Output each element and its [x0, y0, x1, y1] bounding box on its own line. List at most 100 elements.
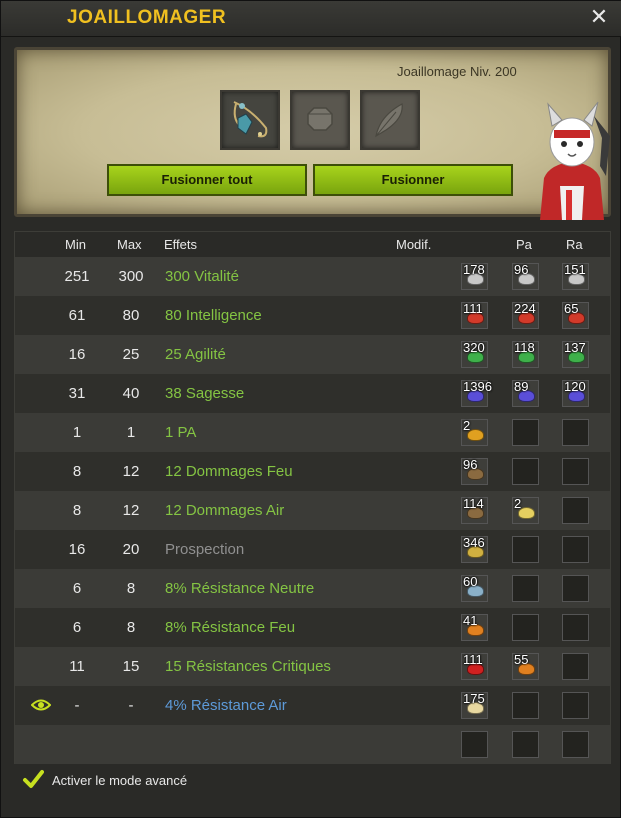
table-row[interactable]: 251 300 300 Vitalité 178 96 151 — [15, 257, 610, 296]
rune-slot-base[interactable]: 2 — [461, 418, 488, 446]
rune-slot-pa[interactable]: 2 — [512, 496, 539, 524]
rune-slot-ra[interactable] — [562, 536, 589, 563]
rune-slot-pa[interactable]: 224 — [512, 301, 539, 329]
table-row[interactable]: 16 20 Prospection 346 — [15, 530, 610, 569]
window-title: JOAILLOMAGER — [67, 7, 227, 28]
item-slot[interactable] — [220, 90, 280, 150]
effect-label: 8% Résistance Feu — [165, 619, 296, 636]
rune-slot-base[interactable]: 111 — [461, 301, 488, 329]
rune-count: 114 — [463, 496, 484, 511]
header-modif: Modif. — [396, 237, 432, 252]
rune-slot-base[interactable]: 41 — [461, 613, 488, 641]
rune-placeholder-icon — [307, 107, 333, 131]
rune-slot-pa[interactable] — [512, 731, 539, 758]
rune-slot-ra[interactable] — [562, 575, 589, 602]
rune-slot-pa[interactable]: 96 — [512, 262, 539, 290]
min-value: 11 — [69, 658, 85, 675]
rune-slot-pa[interactable] — [512, 692, 539, 719]
rune-slot-ra[interactable] — [562, 653, 589, 680]
rune-slot-base[interactable]: 1396 — [461, 379, 492, 407]
close-icon[interactable]: ✕ — [588, 6, 610, 28]
effect-label: 80 Intelligence — [165, 307, 262, 324]
rune-count: 137 — [564, 340, 586, 355]
rune-slot-base[interactable]: 114 — [461, 496, 488, 524]
rune-slot-pa[interactable]: 55 — [512, 652, 539, 680]
table-row[interactable]: 16 25 25 Agilité 320 118 137 — [15, 335, 610, 374]
rune-slot-base[interactable]: 60 — [461, 574, 488, 602]
rune-slot-ra[interactable]: 65 — [562, 301, 589, 329]
table-row[interactable]: 8 12 12 Dommages Feu 96 — [15, 452, 610, 491]
fuse-button[interactable]: Fusionner — [313, 164, 513, 196]
advanced-mode-checkbox[interactable] — [22, 769, 44, 791]
amulet-icon — [233, 101, 268, 138]
rune-count: 120 — [564, 379, 586, 394]
rune-slot-ra[interactable] — [562, 692, 589, 719]
rune-slot-ra[interactable] — [562, 419, 589, 446]
max-value: 25 — [122, 346, 140, 363]
rune-count: 111 — [463, 301, 483, 316]
effect-label: 8% Résistance Neutre — [165, 580, 315, 597]
rune-count: 2 — [514, 496, 522, 511]
min-value: 6 — [72, 580, 82, 597]
table-row[interactable]: - - 4% Résistance Air 175 — [15, 686, 610, 725]
fuse-all-button[interactable]: Fusionner tout — [107, 164, 307, 196]
rune-slot-pa[interactable] — [512, 614, 539, 641]
table-row[interactable]: 8 12 12 Dommages Air 114 2 — [15, 491, 610, 530]
effect-label: Prospection — [165, 541, 245, 558]
rune-slot-pa[interactable]: 89 — [512, 379, 539, 407]
rune-slot-pa[interactable] — [512, 575, 539, 602]
min-value: - — [74, 697, 80, 714]
advanced-mode-label: Activer le mode avancé — [52, 773, 188, 788]
rune-count: 2 — [463, 418, 471, 433]
max-value: 1 — [126, 424, 136, 441]
rune-count: 118 — [514, 340, 535, 355]
rune-slot-pa[interactable] — [512, 419, 539, 446]
min-value: 251 — [64, 268, 90, 285]
rune-slot-ra[interactable]: 151 — [562, 262, 589, 290]
rune-slot-base[interactable]: 175 — [461, 691, 488, 719]
table-row[interactable]: 61 80 80 Intelligence 111 224 65 — [15, 296, 610, 335]
max-value: 15 — [122, 658, 140, 675]
potion-slot[interactable] — [360, 90, 420, 150]
rune-slot-pa[interactable]: 118 — [512, 340, 539, 368]
rune-slot[interactable] — [290, 90, 350, 150]
rune-slot-base[interactable]: 96 — [461, 457, 488, 485]
header-pa: Pa — [516, 237, 532, 252]
effect-label: 25 Agilité — [165, 346, 226, 363]
rune-slot-ra[interactable] — [562, 497, 589, 524]
rune-count: 346 — [463, 535, 485, 550]
rune-slot-base[interactable] — [461, 731, 488, 758]
rune-count: 224 — [514, 301, 536, 316]
rune-count: 151 — [564, 262, 586, 277]
effect-label: 38 Sagesse — [165, 385, 245, 402]
table-row[interactable]: 1 1 1 PA 2 — [15, 413, 610, 452]
footer: Activer le mode avancé — [14, 766, 611, 796]
rune-slot-base[interactable]: 178 — [461, 262, 488, 290]
effect-label: 300 Vitalité — [165, 268, 239, 285]
rune-slot-ra[interactable] — [562, 458, 589, 485]
eye-icon[interactable] — [31, 698, 51, 712]
effect-label: 1 PA — [165, 424, 197, 441]
rune-slot-pa[interactable] — [512, 536, 539, 563]
table-row[interactable]: 6 8 8% Résistance Feu 41 — [15, 608, 610, 647]
max-value: 40 — [122, 385, 140, 402]
rune-slot-base[interactable]: 346 — [461, 535, 488, 563]
table-row[interactable]: 6 8 8% Résistance Neutre 60 — [15, 569, 610, 608]
rune-slot-ra[interactable] — [562, 614, 589, 641]
rune-slot-ra[interactable]: 137 — [562, 340, 589, 368]
min-value: 8 — [72, 502, 82, 519]
rune-count: 320 — [463, 340, 485, 355]
table-row[interactable]: 31 40 38 Sagesse 1396 89 120 — [15, 374, 610, 413]
title-bar[interactable]: JOAILLOMAGER ✕ — [1, 1, 621, 37]
rune-slot-pa[interactable] — [512, 458, 539, 485]
rune-count: 60 — [463, 574, 478, 589]
min-value: 16 — [68, 346, 86, 363]
rune-slot-ra[interactable] — [562, 731, 589, 758]
table-header: Min Max Effets Modif. Pa Ra — [15, 232, 610, 257]
table-row[interactable]: 11 15 15 Résistances Critiques 111 55 — [15, 647, 610, 686]
table-row[interactable] — [15, 725, 610, 764]
rune-slot-base[interactable]: 320 — [461, 340, 488, 368]
rune-slot-ra[interactable]: 120 — [562, 379, 589, 407]
rune-count: 1396 — [463, 379, 492, 394]
rune-slot-base[interactable]: 111 — [461, 652, 488, 680]
